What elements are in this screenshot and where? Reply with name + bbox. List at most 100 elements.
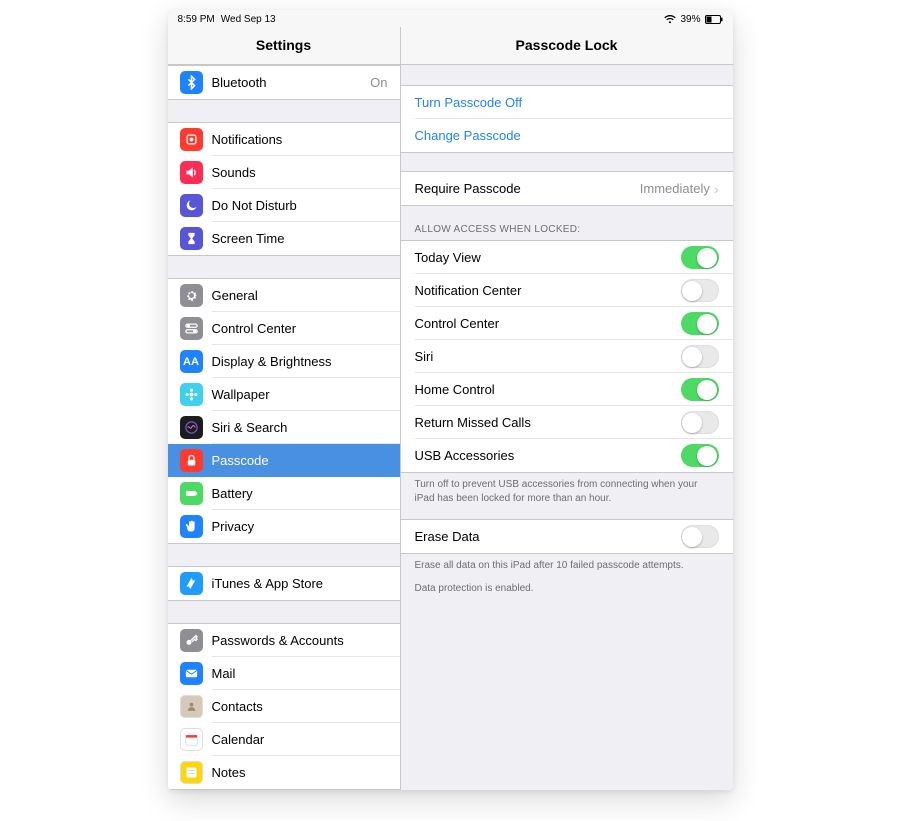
access-home-label: Home Control [415,382,681,397]
protection-footer: Data protection is enabled. [401,577,733,600]
allow-access-group: Today View Notification Center Control Cen… [401,240,733,473]
sidebar-item-itunes[interactable]: iTunes & App Store [168,567,400,600]
detail-title: Passcode Lock [401,27,733,65]
chevron-right-icon: › [714,181,719,197]
gear-icon [180,284,203,307]
switches-icon [180,317,203,340]
sidebar-item-controlcenter[interactable]: Control Center [168,312,400,345]
sidebar-item-notifications[interactable]: Notifications [168,123,400,156]
sidebar-item-value: On [370,75,387,90]
sidebar-item-privacy[interactable]: Privacy [168,510,400,543]
sidebar-item-siri[interactable]: Siri & Search [168,411,400,444]
battery-icon [180,482,203,505]
sidebar-item-label: Bluetooth [212,75,371,90]
speaker-icon [180,161,203,184]
key-icon [180,629,203,652]
access-cc-label: Control Center [415,316,681,331]
usb-footer: Turn off to prevent USB accessories from… [401,473,733,509]
erase-label: Erase Data [415,529,681,544]
battery-icon [705,15,723,24]
sidebar-item-passcode[interactable]: Passcode [168,444,400,477]
sidebar-item-label: General [212,288,388,303]
sidebar-item-dnd[interactable]: Do Not Disturb [168,189,400,222]
lock-icon [180,449,203,472]
access-missed-row[interactable]: Return Missed Calls [401,406,733,439]
sidebar-title: Settings [168,27,400,65]
moon-icon [180,194,203,217]
sidebar-item-label: Passwords & Accounts [212,633,388,648]
detail-pane: Passcode Lock Turn Passcode Off Change Pa… [401,27,733,790]
require-passcode-group: Require Passcode Immediately › [401,171,733,206]
status-date: Wed Sep 13 [221,14,276,25]
access-today-label: Today View [415,250,681,265]
sidebar-item-calendar[interactable]: Calendar [168,723,400,756]
sidebar-item-label: Passcode [212,453,388,468]
sidebar-item-label: Contacts [212,699,388,714]
require-passcode-label: Require Passcode [415,181,640,196]
access-usb-row[interactable]: USB Accessories [401,439,733,472]
access-missed-label: Return Missed Calls [415,415,681,430]
access-today-row[interactable]: Today View [401,241,733,274]
siri-icon [180,416,203,439]
access-notif-toggle[interactable] [681,279,719,302]
sidebar-item-screentime[interactable]: Screen Time [168,222,400,255]
erase-toggle[interactable] [681,525,719,548]
sidebar-item-mail[interactable]: Mail [168,657,400,690]
hand-icon [180,515,203,538]
status-time: 8:59 PM [178,14,215,25]
sidebar-item-sounds[interactable]: Sounds [168,156,400,189]
turnoff-row[interactable]: Turn Passcode Off [401,86,733,119]
access-cc-toggle[interactable] [681,312,719,335]
access-notif-row[interactable]: Notification Center [401,274,733,307]
sidebar-item-bluetooth[interactable]: BluetoothOn [168,66,400,99]
sidebar-item-label: iTunes & App Store [212,576,388,591]
bluetooth-icon [180,71,203,94]
access-usb-label: USB Accessories [415,448,681,463]
change-label: Change Passcode [415,128,719,143]
access-sirit-row[interactable]: Siri [401,340,733,373]
bell-icon [180,128,203,151]
sidebar-item-wallpaper[interactable]: Wallpaper [168,378,400,411]
access-usb-toggle[interactable] [681,444,719,467]
wifi-icon [664,15,676,24]
sidebar-item-contacts[interactable]: Contacts [168,690,400,723]
calendar-icon [180,728,203,751]
passcode-actions-group: Turn Passcode Off Change Passcode [401,85,733,153]
sidebar-item-label: Control Center [212,321,388,336]
contacts-icon [180,695,203,718]
sidebar-item-battery[interactable]: Battery [168,477,400,510]
ipad-settings-window: 8:59 PM Wed Sep 13 39% Settings Bluetoot… [168,10,733,790]
erase-footer: Erase all data on this iPad after 10 fai… [401,554,733,577]
sidebar-item-label: Wallpaper [212,387,388,402]
sidebar-item-display[interactable]: AA Display & Brightness [168,345,400,378]
appstore-icon [180,572,203,595]
sidebar-item-passwords[interactable]: Passwords & Accounts [168,624,400,657]
allow-access-header: Allow Access When Locked: [401,206,733,240]
sidebar-item-label: Display & Brightness [212,354,388,369]
require-passcode-row[interactable]: Require Passcode Immediately › [401,172,733,205]
change-row[interactable]: Change Passcode [401,119,733,152]
access-today-toggle[interactable] [681,246,719,269]
sidebar-item-label: Mail [212,666,388,681]
hourglass-icon [180,227,203,250]
access-home-toggle[interactable] [681,378,719,401]
aa-icon: AA [180,350,203,373]
access-cc-row[interactable]: Control Center [401,307,733,340]
sidebar-item-notes[interactable]: Notes [168,756,400,789]
access-notif-label: Notification Center [415,283,681,298]
sidebar-item-label: Privacy [212,519,388,534]
sidebar-item-label: Battery [212,486,388,501]
sidebar-item-general[interactable]: General [168,279,400,312]
turnoff-label: Turn Passcode Off [415,95,719,110]
status-bar: 8:59 PM Wed Sep 13 39% [168,10,733,27]
access-home-row[interactable]: Home Control [401,373,733,406]
erase-data-row[interactable]: Erase Data [401,520,733,553]
status-battery-pct: 39% [680,14,700,25]
access-missed-toggle[interactable] [681,411,719,434]
flower-icon [180,383,203,406]
require-passcode-value: Immediately [640,181,710,196]
sidebar-item-label: Notes [212,765,388,780]
access-sirit-label: Siri [415,349,681,364]
access-sirit-toggle[interactable] [681,345,719,368]
sidebar-item-label: Screen Time [212,231,388,246]
